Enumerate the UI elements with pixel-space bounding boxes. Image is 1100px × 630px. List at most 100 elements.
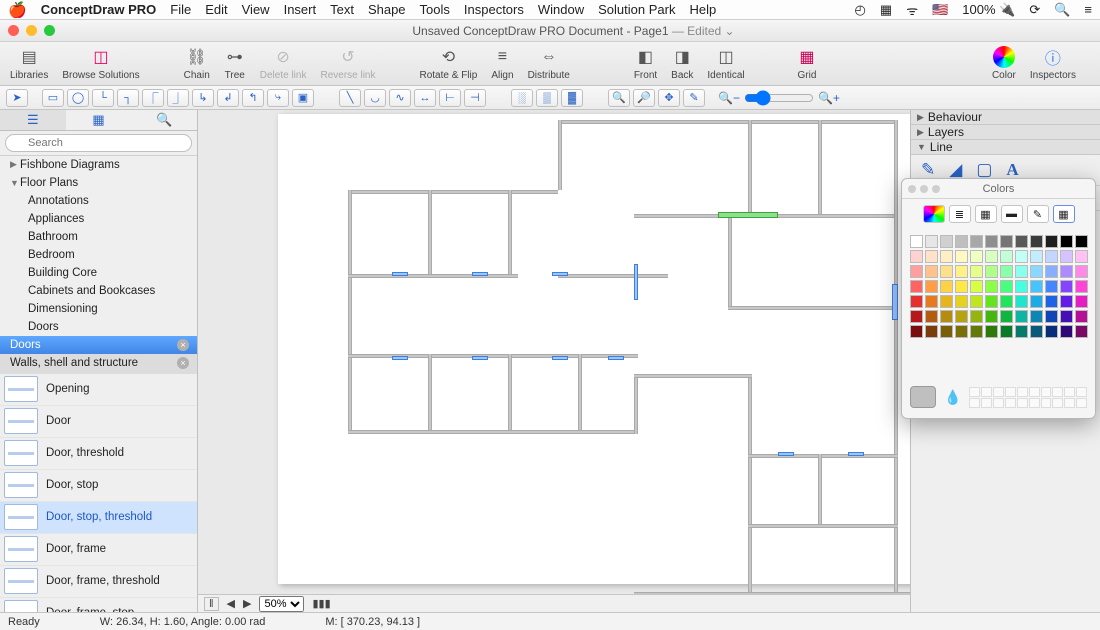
color-swatch[interactable] — [970, 295, 983, 308]
color-swatch[interactable] — [1075, 325, 1088, 338]
color-swatch[interactable] — [970, 325, 983, 338]
menu-inspectors[interactable]: Inspectors — [464, 2, 524, 17]
color-swatch[interactable] — [925, 295, 938, 308]
arc-tool[interactable]: ◡ — [364, 89, 386, 107]
color-swatch[interactable] — [1060, 325, 1073, 338]
close-icon[interactable]: × — [177, 339, 189, 351]
color-swatch[interactable] — [1015, 325, 1028, 338]
curve-tool[interactable]: ∿ — [389, 89, 411, 107]
color-swatch[interactable] — [955, 325, 968, 338]
eyedropper-icon[interactable]: 💧 — [944, 389, 961, 406]
inspectors-button[interactable]: ⓘInspectors — [1030, 46, 1076, 81]
color-swatch[interactable] — [1030, 250, 1043, 263]
page-thumbs-icon[interactable]: ▮▮▮ — [312, 597, 330, 610]
color-swatch[interactable] — [940, 265, 953, 278]
color-swatch[interactable] — [940, 295, 953, 308]
panel-layers[interactable]: ▶Layers — [911, 125, 1100, 140]
door[interactable] — [392, 356, 408, 360]
shape-item[interactable]: Door, frame, threshold — [0, 566, 197, 598]
tree-button[interactable]: ⊶Tree — [224, 46, 246, 81]
libraries-button[interactable]: ▤Libraries — [10, 46, 48, 81]
color-swatch[interactable] — [925, 325, 938, 338]
drawing-canvas[interactable]: ‖ ◀ ▶ 50% ▮▮▮ — [198, 110, 910, 612]
shape-item[interactable]: Opening — [0, 374, 197, 406]
zoom-dot[interactable] — [44, 25, 55, 36]
color-swatch[interactable] — [985, 250, 998, 263]
mini-swatch[interactable] — [1041, 398, 1052, 408]
color-swatch[interactable] — [940, 235, 953, 248]
mini-swatch[interactable] — [993, 387, 1004, 397]
color-swatch[interactable] — [1030, 310, 1043, 323]
header-doors[interactable]: Doors× — [0, 336, 197, 354]
color-swatch[interactable] — [1030, 325, 1043, 338]
conn5-tool[interactable]: ↳ — [192, 89, 214, 107]
eyedrop-tool[interactable]: ✎ — [683, 89, 705, 107]
mini-swatch[interactable] — [1064, 387, 1075, 397]
zoom-slider[interactable] — [744, 90, 814, 106]
color-swatch[interactable] — [970, 310, 983, 323]
cat-fishbone[interactable]: ▶Fishbone Diagrams — [0, 156, 197, 174]
cat-floorplans[interactable]: ▼Floor Plans — [0, 174, 197, 192]
page-paper[interactable] — [278, 114, 910, 584]
status-wifi-icon[interactable]: ᯤ — [906, 1, 918, 19]
color-swatch[interactable] — [1060, 310, 1073, 323]
color-swatch[interactable] — [1000, 235, 1013, 248]
color-swatch[interactable] — [1060, 235, 1073, 248]
color-swatch[interactable] — [1060, 280, 1073, 293]
color-swatch[interactable] — [970, 265, 983, 278]
glass-door[interactable] — [718, 212, 778, 218]
mini-swatch[interactable] — [981, 387, 992, 397]
door[interactable] — [552, 272, 568, 276]
color-swatch[interactable] — [925, 250, 938, 263]
color-swatch[interactable] — [1075, 235, 1088, 248]
color-swatch[interactable] — [955, 295, 968, 308]
chain-button[interactable]: ⛓Chain — [184, 46, 210, 81]
sidebar-item[interactable]: Appliances — [0, 210, 197, 228]
color-swatch[interactable] — [1045, 310, 1058, 323]
color-swatch[interactable] — [1030, 235, 1043, 248]
color-swatch[interactable] — [925, 235, 938, 248]
panel-line[interactable]: ▼Line — [911, 140, 1100, 155]
color-swatch[interactable] — [1075, 265, 1088, 278]
color-swatch[interactable] — [1000, 295, 1013, 308]
browse-solutions-button[interactable]: ◫Browse Solutions — [62, 46, 139, 81]
mini-swatch[interactable] — [969, 398, 980, 408]
pointer-tool[interactable]: ➤ — [6, 89, 28, 107]
color-swatch[interactable] — [1045, 295, 1058, 308]
shape-item[interactable]: Door, frame, stop — [0, 598, 197, 612]
conn8-tool[interactable]: ⤷ — [267, 89, 289, 107]
mini-swatch[interactable] — [1076, 398, 1087, 408]
title-chevron-icon[interactable]: ⌄ — [725, 24, 735, 38]
minimize-dot[interactable] — [26, 25, 37, 36]
color-swatch[interactable] — [1060, 250, 1073, 263]
mini-swatch[interactable] — [1029, 398, 1040, 408]
shape-item[interactable]: Door, stop, threshold — [0, 502, 197, 534]
color-swatch[interactable] — [970, 250, 983, 263]
color-swatch[interactable] — [925, 280, 938, 293]
sidebar-item[interactable]: Bathroom — [0, 228, 197, 246]
color-swatch[interactable] — [940, 325, 953, 338]
color-swatch[interactable] — [1000, 250, 1013, 263]
conn1-tool[interactable]: └ — [92, 89, 114, 107]
conn4-tool[interactable]: ⏌ — [167, 89, 189, 107]
menu-edit[interactable]: Edit — [205, 2, 227, 17]
distribute-button[interactable]: ⇔Distribute — [528, 46, 570, 81]
mini-swatch[interactable] — [1029, 387, 1040, 397]
color-swatch[interactable] — [910, 310, 923, 323]
color-swatch[interactable] — [1075, 295, 1088, 308]
front-button[interactable]: ◧Front — [634, 46, 657, 81]
color-swatch[interactable] — [1000, 325, 1013, 338]
door[interactable] — [634, 264, 638, 300]
status-clock-icon[interactable]: ◴ — [855, 2, 866, 18]
color-swatch[interactable] — [955, 265, 968, 278]
pen-icon[interactable]: ✎ — [921, 160, 935, 180]
sidebar-item[interactable]: Dimensioning — [0, 300, 197, 318]
library-search-input[interactable] — [5, 134, 192, 152]
zoom-select[interactable]: 50% — [259, 596, 304, 612]
menu-solutionpark[interactable]: Solution Park — [598, 2, 675, 17]
apple-menu[interactable]: 🍎 — [8, 1, 27, 19]
panel-behaviour[interactable]: ▶Behaviour — [911, 110, 1100, 125]
header-walls[interactable]: Walls, shell and structure× — [0, 354, 197, 372]
sidebar-tab-list[interactable]: ☰ — [0, 110, 66, 130]
color-swatch[interactable] — [985, 325, 998, 338]
